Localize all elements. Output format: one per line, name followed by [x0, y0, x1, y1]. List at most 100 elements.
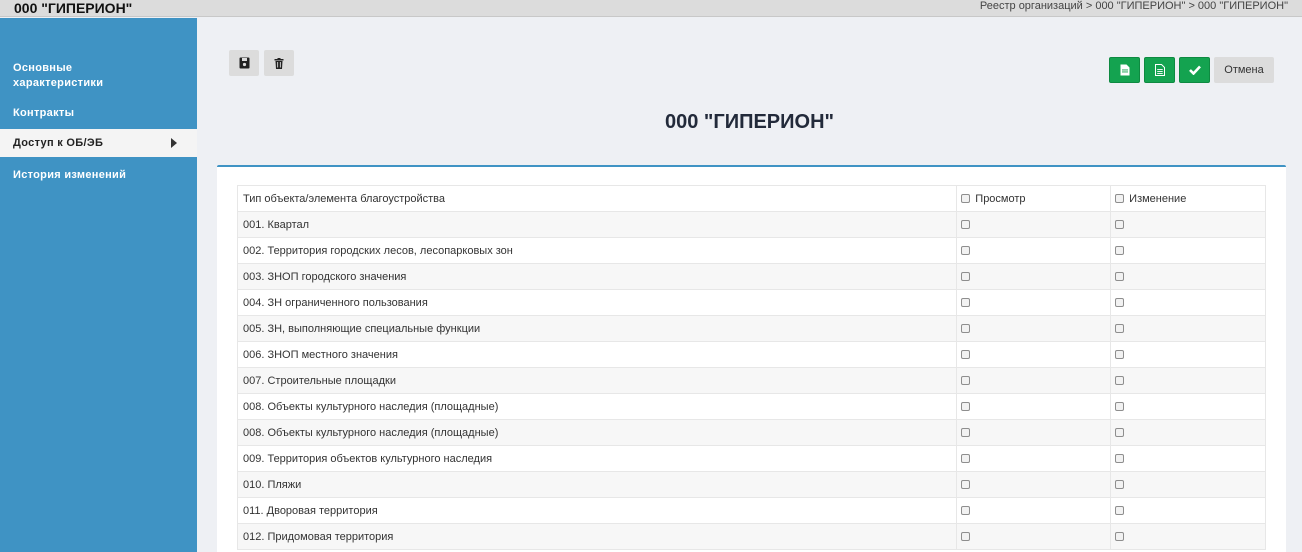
edit-checkbox[interactable]	[1115, 532, 1125, 542]
edit-cell	[1110, 315, 1266, 342]
column-header-view: Просмотр	[956, 185, 1112, 212]
view-checkbox[interactable]	[961, 454, 971, 464]
table-header-row: Тип объекта/элемента благоустройства Про…	[236, 185, 1266, 212]
access-panel: Тип объекта/элемента благоустройства Про…	[217, 165, 1286, 552]
edit-checkbox[interactable]	[1115, 376, 1125, 386]
edit-cell	[1110, 367, 1266, 394]
view-checkbox[interactable]	[961, 220, 971, 230]
view-cell	[956, 523, 1112, 550]
table-row: 006. ЗНОП местного значения	[236, 341, 1266, 368]
edit-checkbox[interactable]	[1115, 324, 1125, 334]
row-label: 012. Придомовая территория	[236, 523, 958, 550]
row-label: 010. Пляжи	[236, 471, 958, 498]
row-label: 006. ЗНОП местного значения	[236, 341, 958, 368]
sidebar-item-label: История изменений	[13, 169, 127, 181]
edit-cell	[1110, 211, 1266, 238]
cancel-button[interactable]: Отмена	[1214, 57, 1274, 83]
table-row: 005. ЗН, выполняющие специальные функции	[236, 315, 1266, 342]
column-header-edit-label: Изменение	[1129, 192, 1187, 205]
column-header-edit: Изменение	[1110, 185, 1266, 212]
edit-cell	[1110, 419, 1266, 446]
view-checkbox[interactable]	[961, 428, 971, 438]
view-checkbox[interactable]	[961, 246, 971, 256]
edit-checkbox[interactable]	[1115, 480, 1125, 490]
table-row: 011. Дворовая территория	[236, 497, 1266, 524]
row-label: 004. ЗН ограниченного пользования	[236, 289, 958, 316]
view-cell	[956, 211, 1112, 238]
delete-button[interactable]	[264, 50, 294, 76]
view-cell	[956, 237, 1112, 264]
sidebar-item-history[interactable]: История изменений	[0, 168, 197, 183]
view-checkbox[interactable]	[961, 350, 971, 360]
table-row: 008. Объекты культурного наследия (площа…	[236, 393, 1266, 420]
view-checkbox[interactable]	[961, 298, 971, 308]
edit-cell	[1110, 341, 1266, 368]
table-row: 003. ЗНОП городского значения	[236, 263, 1266, 290]
view-checkbox[interactable]	[961, 480, 971, 490]
view-checkbox[interactable]	[961, 402, 971, 412]
edit-checkbox[interactable]	[1115, 298, 1125, 308]
view-cell	[956, 289, 1112, 316]
breadcrumb[interactable]: Реестр организаций > 000 "ГИПЕРИОН" > 00…	[980, 0, 1288, 13]
confirm-button[interactable]	[1179, 57, 1210, 83]
document-button[interactable]	[1144, 57, 1175, 83]
row-label: 001. Квартал	[236, 211, 958, 238]
view-cell	[956, 263, 1112, 290]
table-row: 007. Строительные площадки	[236, 367, 1266, 394]
view-checkbox[interactable]	[961, 376, 971, 386]
table-row: 004. ЗН ограниченного пользования	[236, 289, 1266, 316]
edit-cell	[1110, 497, 1266, 524]
view-checkbox[interactable]	[961, 272, 971, 282]
sidebar-item-label: Доступ к ОБ/ЭБ	[13, 137, 104, 149]
row-label: 003. ЗНОП городского значения	[236, 263, 958, 290]
view-checkbox[interactable]	[961, 532, 971, 542]
row-label: 011. Дворовая территория	[236, 497, 958, 524]
select-all-view-checkbox[interactable]	[961, 194, 971, 204]
table-row: 012. Придомовая территория	[236, 523, 1266, 550]
sidebar-item-access[interactable]: Доступ к ОБ/ЭБ	[0, 129, 197, 157]
row-label: 008. Объекты культурного наследия (площа…	[236, 393, 958, 420]
file-icon	[1120, 64, 1129, 76]
edit-checkbox[interactable]	[1115, 246, 1125, 256]
edit-checkbox[interactable]	[1115, 220, 1125, 230]
view-cell	[956, 419, 1112, 446]
column-header-type: Тип объекта/элемента благоустройства	[236, 185, 958, 212]
edit-checkbox[interactable]	[1115, 454, 1125, 464]
edit-cell	[1110, 237, 1266, 264]
view-cell	[956, 497, 1112, 524]
edit-cell	[1110, 445, 1266, 472]
view-cell	[956, 367, 1112, 394]
save-button[interactable]	[229, 50, 259, 76]
org-title: 000 "ГИПЕРИОН"	[14, 0, 133, 16]
view-cell	[956, 445, 1112, 472]
check-icon	[1188, 65, 1201, 75]
edit-checkbox[interactable]	[1115, 506, 1125, 516]
row-label: 008. Объекты культурного наследия (площа…	[236, 419, 958, 446]
table-row: 001. Квартал	[236, 211, 1266, 238]
sidebar-item-contracts[interactable]: Контракты	[0, 106, 197, 121]
table-row: 010. Пляжи	[236, 471, 1266, 498]
access-table: Тип объекта/элемента благоустройства Про…	[236, 185, 1266, 550]
view-checkbox[interactable]	[961, 506, 971, 516]
edit-checkbox[interactable]	[1115, 402, 1125, 412]
top-bar: 000 "ГИПЕРИОН" Реестр организаций > 000 …	[0, 0, 1302, 17]
save-icon	[239, 57, 249, 69]
view-cell	[956, 341, 1112, 368]
caret-right-icon	[171, 138, 177, 148]
edit-checkbox[interactable]	[1115, 428, 1125, 438]
view-cell	[956, 471, 1112, 498]
export-file-button[interactable]	[1109, 57, 1140, 83]
sidebar-item-label: Основные характеристики	[13, 62, 104, 89]
edit-checkbox[interactable]	[1115, 350, 1125, 360]
table-row: 008. Объекты культурного наследия (площа…	[236, 419, 1266, 446]
edit-cell	[1110, 263, 1266, 290]
row-label: 002. Территория городских лесов, лесопар…	[236, 237, 958, 264]
view-checkbox[interactable]	[961, 324, 971, 334]
edit-cell	[1110, 471, 1266, 498]
edit-cell	[1110, 393, 1266, 420]
edit-checkbox[interactable]	[1115, 272, 1125, 282]
select-all-edit-checkbox[interactable]	[1115, 194, 1125, 204]
page-title: 000 "ГИПЕРИОН"	[664, 111, 835, 133]
sidebar-item-main-characteristics[interactable]: Основные характеристики	[0, 61, 197, 91]
sidebar-item-label: Контракты	[13, 107, 75, 119]
